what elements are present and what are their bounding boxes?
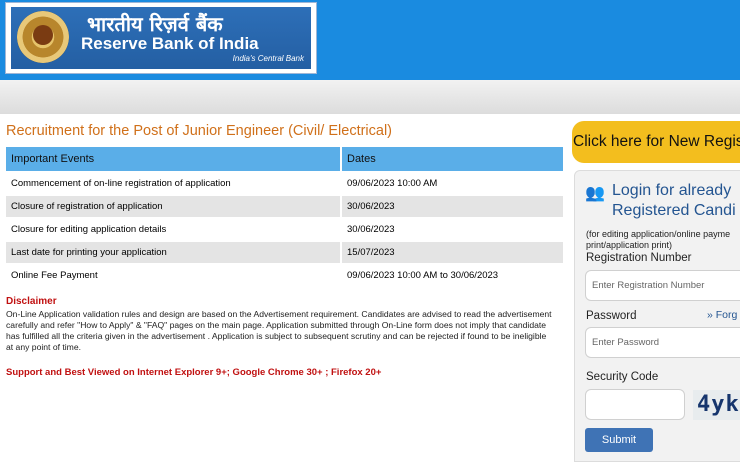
rbi-logo[interactable]: भारतीय रिज़र्व बैंक Reserve Bank of Indi… bbox=[5, 2, 317, 74]
password-label: Password bbox=[586, 310, 637, 322]
event-cell: Last date for printing your application bbox=[6, 240, 342, 264]
forgot-label: Forg bbox=[715, 309, 738, 321]
login-title-line1: Login for already bbox=[612, 182, 732, 199]
disclaimer-text: On-Line Application validation rules and… bbox=[6, 309, 552, 352]
captcha-image: 4yk bbox=[693, 390, 740, 420]
table-header-dates: Dates bbox=[341, 147, 565, 172]
date-cell: 30/06/2023 bbox=[341, 217, 565, 241]
double-chevron-right-icon: » bbox=[707, 309, 713, 321]
logo-tagline: India's Central Bank bbox=[232, 54, 304, 63]
login-note-line2: print/application print) bbox=[586, 240, 673, 250]
disclaimer-title: Disclaimer bbox=[6, 296, 57, 307]
table-row: Commencement of on-line registration of … bbox=[6, 171, 565, 195]
event-cell: Commencement of on-line registration of … bbox=[6, 171, 342, 195]
users-icon: 👥 bbox=[585, 185, 605, 202]
table-row: Closure of registration of application 3… bbox=[6, 194, 565, 218]
logo-banner: भारतीय रिज़र्व बैंक Reserve Bank of Indi… bbox=[11, 7, 311, 69]
nav-bar bbox=[0, 80, 740, 114]
logo-hindi-name: भारतीय रिज़र्व बैंक bbox=[87, 12, 223, 36]
rbi-seal-icon bbox=[17, 11, 69, 63]
registration-number-label: Registration Number bbox=[586, 252, 692, 264]
login-title: Login for already Registered Candi bbox=[612, 181, 736, 221]
table-header-events: Important Events bbox=[6, 147, 342, 172]
page-title: Recruitment for the Post of Junior Engin… bbox=[6, 123, 393, 139]
date-cell: 09/06/2023 10:00 AM to 30/06/2023 bbox=[341, 263, 565, 286]
new-registration-button[interactable]: Click here for New Regist bbox=[572, 121, 740, 163]
event-cell: Closure of registration of application bbox=[6, 194, 342, 218]
security-code-label: Security Code bbox=[586, 371, 659, 383]
table-row: Online Fee Payment 09/06/2023 10:00 AM t… bbox=[6, 263, 565, 286]
submit-button[interactable]: Submit bbox=[585, 428, 653, 452]
password-input[interactable] bbox=[585, 327, 740, 358]
logo-english-name: Reserve Bank of India bbox=[81, 34, 259, 53]
login-title-line2: Registered Candi bbox=[612, 202, 736, 219]
forgot-password-link[interactable]: » Forg bbox=[707, 309, 737, 321]
event-cell: Closure for editing application details bbox=[6, 217, 342, 241]
header-bar: भारतीय रिज़र्व बैंक Reserve Bank of Indi… bbox=[0, 0, 740, 80]
security-code-input[interactable] bbox=[585, 389, 685, 420]
browser-support-note: Support and Best Viewed on Internet Expl… bbox=[6, 367, 382, 378]
date-cell: 09/06/2023 10:00 AM bbox=[341, 171, 565, 195]
date-cell: 15/07/2023 bbox=[341, 240, 565, 264]
registration-number-input[interactable] bbox=[585, 270, 740, 301]
date-cell: 30/06/2023 bbox=[341, 194, 565, 218]
table-row: Last date for printing your application … bbox=[6, 240, 565, 264]
table-row: Closure for editing application details … bbox=[6, 217, 565, 241]
login-note: (for editing application/online payme pr… bbox=[586, 229, 730, 251]
event-cell: Online Fee Payment bbox=[6, 263, 342, 286]
important-events-table: Important Events Dates Commencement of o… bbox=[6, 147, 565, 286]
login-note-line1: (for editing application/online payme bbox=[586, 229, 731, 239]
